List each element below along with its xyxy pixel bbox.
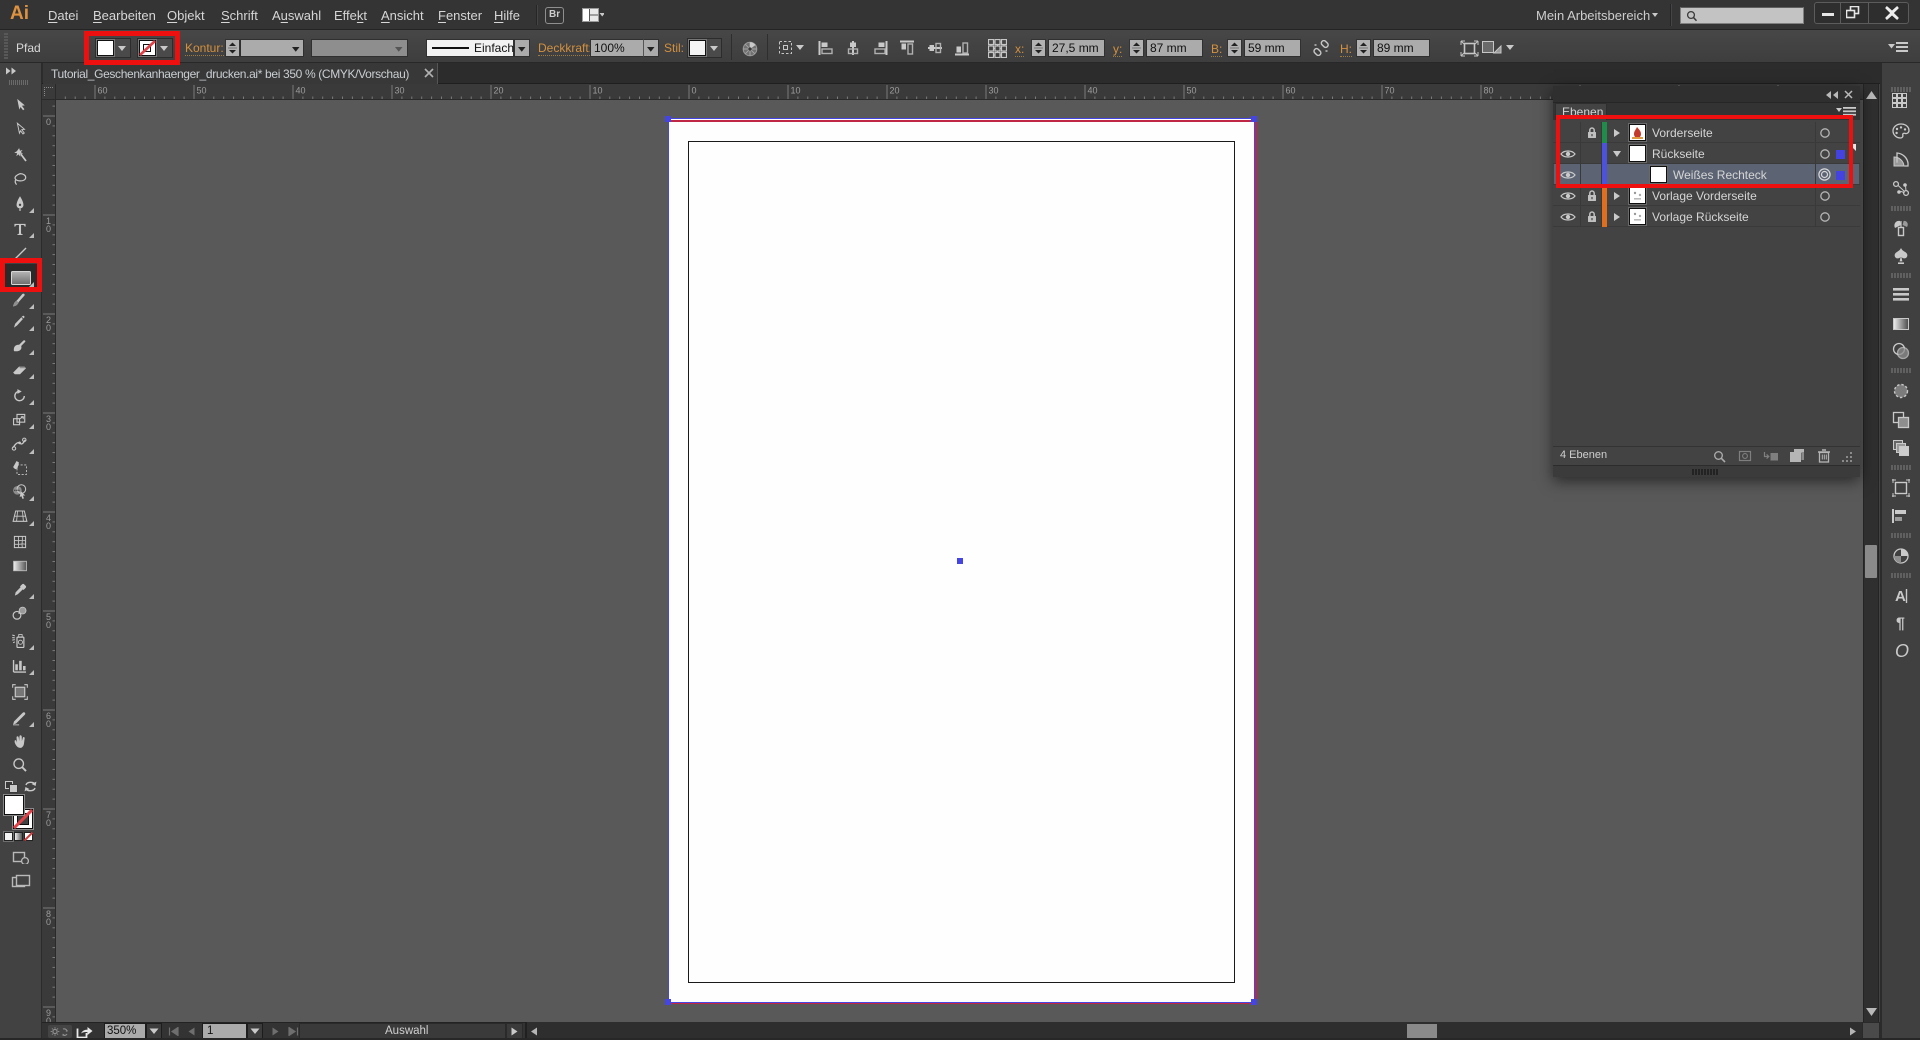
svg-text:60: 60 [98, 86, 108, 96]
svg-text:0: 0 [46, 422, 51, 432]
svg-text:0: 0 [692, 86, 697, 96]
svg-text:80: 80 [1484, 86, 1494, 96]
svg-text:50: 50 [1187, 86, 1197, 96]
svg-text:0: 0 [46, 323, 51, 333]
svg-text:0: 0 [46, 818, 51, 828]
svg-text:¶: ¶ [1896, 616, 1905, 633]
svg-text:O: O [1895, 641, 1909, 661]
svg-text:A: A [1895, 588, 1906, 605]
svg-text:0: 0 [46, 521, 51, 531]
svg-text:0: 0 [46, 224, 51, 234]
svg-text:0: 0 [46, 117, 51, 127]
svg-text:70: 70 [1385, 86, 1395, 96]
svg-text:10: 10 [791, 86, 801, 96]
svg-text:60: 60 [1286, 86, 1296, 96]
svg-text:0: 0 [46, 917, 51, 927]
svg-text:20: 20 [494, 86, 504, 96]
svg-text:30: 30 [395, 86, 405, 96]
svg-text:30: 30 [989, 86, 999, 96]
svg-text:40: 40 [296, 86, 306, 96]
svg-text:50: 50 [197, 86, 207, 96]
svg-text:40: 40 [1088, 86, 1098, 96]
svg-text:0: 0 [46, 719, 51, 729]
svg-text:20: 20 [890, 86, 900, 96]
svg-text:0: 0 [46, 620, 51, 630]
svg-text:10: 10 [593, 86, 603, 96]
